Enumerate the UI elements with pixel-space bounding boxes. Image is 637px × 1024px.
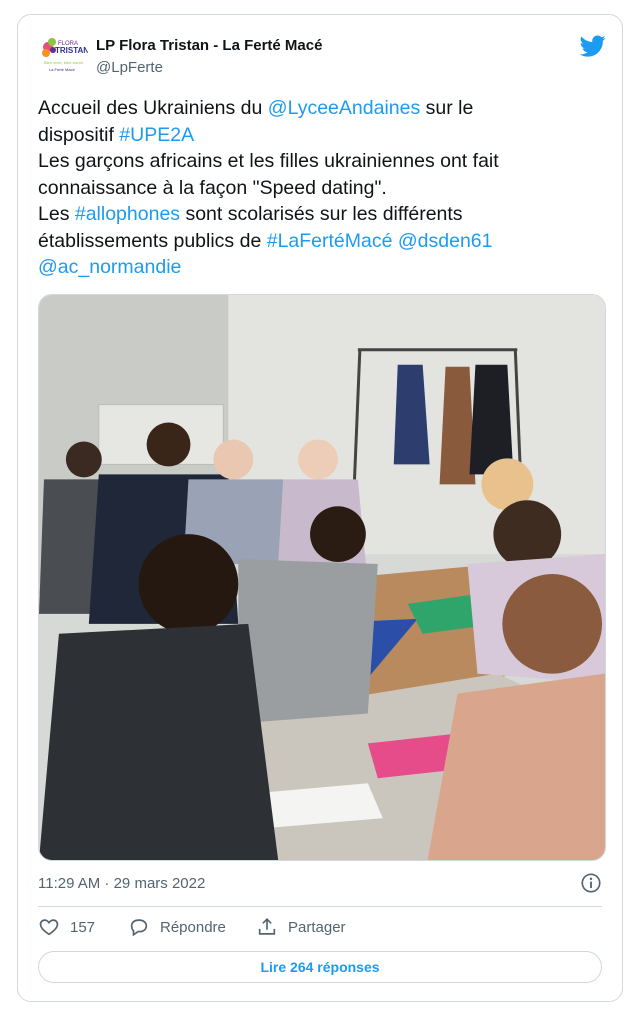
tweet-text: Accueil des Ukrainiens du @LyceeAndaines… (38, 95, 598, 281)
classroom-photo[interactable] (38, 294, 606, 861)
svg-text:La Ferté Macé: La Ferté Macé (49, 67, 76, 72)
tweet-card: FLORA TRISTAN Bien vivre, bien savoir La… (17, 14, 623, 1002)
svg-text:Bien vivre, bien savoir: Bien vivre, bien savoir (44, 60, 84, 65)
read-replies-button[interactable]: Lire 264 réponses (38, 951, 602, 983)
tweet-header: FLORA TRISTAN Bien vivre, bien savoir La… (38, 31, 606, 91)
mention-lyceeandaines-link[interactable]: @LyceeAndaines (268, 97, 420, 119)
tweet-text-segment: Les garçons africains et les filles ukra… (38, 150, 499, 172)
tweet-text-segment: Accueil des Ukrainiens du (38, 97, 268, 119)
share-upload-icon (258, 918, 276, 935)
hashtag-upe2a-link[interactable]: #UPE2A (119, 124, 194, 146)
reply-label: Répondre (160, 918, 226, 936)
mention-dsden61-link[interactable]: @dsden61 (398, 230, 493, 252)
share-label: Partager (288, 918, 346, 936)
tweet-text-segment: dispositif (38, 123, 120, 146)
reply-bubble-icon (130, 919, 148, 937)
reply-button[interactable]: Répondre (128, 916, 226, 938)
tweet-text-segment: établissements publics de (38, 229, 267, 252)
like-button[interactable]: 157 (38, 916, 95, 938)
like-count: 157 (70, 918, 96, 936)
account-name[interactable]: LP Flora Tristan - La Ferté Macé (96, 37, 322, 54)
tweet-text-segment: sur le (420, 97, 474, 119)
svg-text:TRISTAN: TRISTAN (55, 46, 88, 55)
school-logo-icon[interactable]: FLORA TRISTAN Bien vivre, bien savoir La… (38, 31, 88, 81)
divider (38, 906, 602, 907)
tweet-text-segment: Les (38, 203, 75, 225)
tweet-text-segment: connaissance à la façon "Speed dating". (38, 176, 387, 199)
tweet-text-segment: sont scolarisés sur les différents (180, 203, 463, 225)
heart-icon (39, 919, 59, 936)
share-button[interactable]: Partager (256, 916, 346, 938)
hashtag-lafertemace-link[interactable]: #LaFertéMacé (267, 230, 393, 252)
account-handle[interactable]: @LpFerte (96, 59, 163, 76)
twitter-bird-icon[interactable] (579, 33, 606, 59)
info-icon[interactable] (580, 872, 602, 894)
tweet-timestamp[interactable]: 11:29 AM · 29 mars 2022 (38, 875, 205, 892)
hashtag-allophones-link[interactable]: #allophones (75, 203, 180, 225)
mention-ac-normandie-link[interactable]: @ac_normandie (38, 256, 181, 278)
